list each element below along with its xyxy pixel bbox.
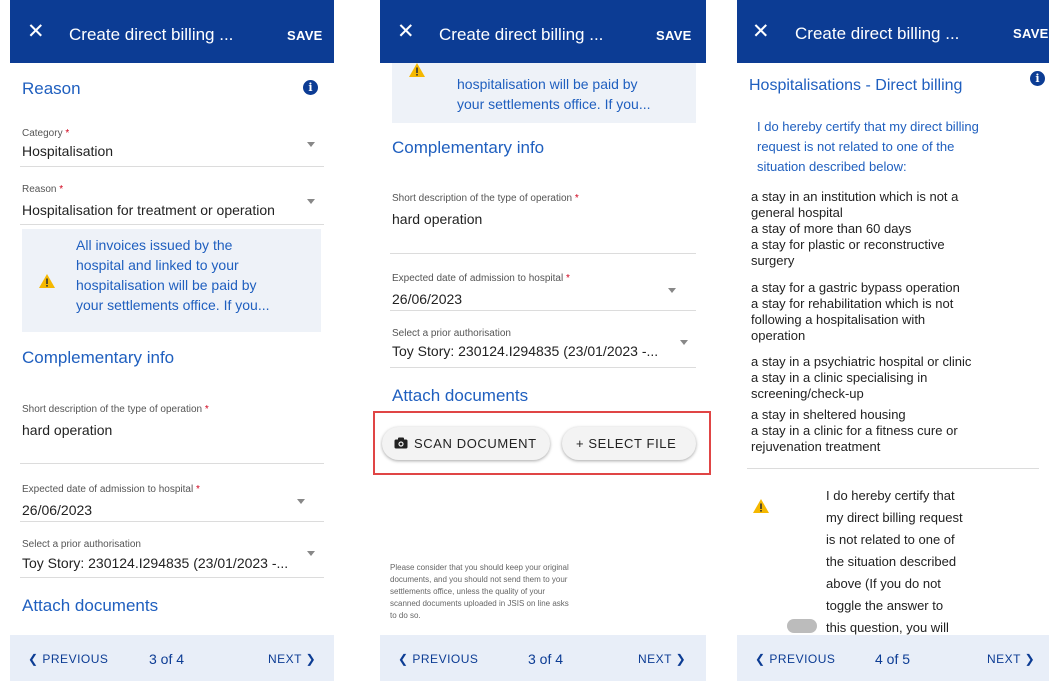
section-title-attach: Attach documents — [22, 596, 159, 615]
category-label: Category * — [22, 128, 70, 139]
section-title-complementary: Complementary info — [392, 138, 545, 157]
page-indicator: 3 of 4 — [528, 651, 564, 667]
short-description-label: Short description of the type of operati… — [392, 193, 579, 204]
info-icon[interactable]: i — [303, 80, 318, 95]
divider — [390, 253, 696, 254]
divider — [390, 367, 696, 368]
save-button[interactable]: SAVE — [1013, 26, 1049, 41]
previous-button[interactable]: ❮ PREVIOUS — [398, 652, 478, 666]
list-item: a stay of more than 60 days — [751, 221, 912, 236]
certification-text: toggle the answer to — [826, 598, 944, 613]
page-indicator: 3 of 4 — [149, 651, 185, 667]
save-button[interactable]: SAVE — [287, 28, 323, 43]
list-item: surgery — [751, 253, 795, 268]
divider — [20, 463, 324, 464]
certification-toggle[interactable] — [787, 619, 817, 633]
certification-text: my direct billing request — [826, 510, 963, 525]
certification-intro: I do hereby certify that my direct billi… — [757, 119, 979, 174]
app-header: ✕ Create direct billing ... SAVE — [10, 0, 334, 63]
chevron-down-icon — [680, 340, 688, 345]
certification-text: is not related to one of — [826, 532, 955, 547]
list-item: screening/check-up — [751, 386, 864, 401]
next-button[interactable]: NEXT ❯ — [987, 652, 1035, 666]
list-item: a stay in an institution which is not a — [751, 189, 959, 204]
divider — [20, 224, 324, 225]
close-icon[interactable]: ✕ — [397, 21, 415, 42]
close-icon[interactable]: ✕ — [752, 21, 770, 42]
divider — [20, 577, 324, 578]
list-item: operation — [751, 328, 806, 343]
screen-step-4-right: ✕ Create direct billing ... SAVE Hospita… — [737, 0, 1049, 681]
list-item: general hospital — [751, 205, 843, 220]
short-description-value: hard operation — [392, 211, 483, 227]
category-value: Hospitalisation — [22, 143, 114, 159]
page-title: Create direct billing ... — [69, 25, 234, 44]
divider — [20, 166, 324, 167]
warning-icon — [409, 63, 425, 77]
chevron-down-icon — [307, 142, 315, 147]
list-item: a stay for plastic or reconstructive — [751, 237, 945, 252]
warning-alert: All invoices issued by the hospital and … — [22, 229, 321, 332]
pagination-bar: ❮ PREVIOUS 3 of 4 NEXT ❯ — [10, 635, 334, 681]
list-item: a stay in a clinic specialising in — [751, 370, 928, 385]
page-title: Create direct billing ... — [439, 25, 604, 44]
admission-date-value: 26/06/2023 — [22, 502, 93, 518]
reason-label: Reason * — [22, 184, 64, 195]
list-item: a stay for rehabilitation which is not — [751, 296, 954, 311]
short-description-label: Short description of the type of operati… — [22, 404, 209, 415]
prior-authorisation-label: Select a prior authorisation — [392, 328, 511, 339]
section-title-complementary: Complementary info — [22, 348, 175, 367]
admission-date-label: Expected date of admission to hospital * — [392, 273, 570, 284]
reason-value: Hospitalisation for treatment or operati… — [22, 202, 275, 218]
info-icon[interactable]: i — [1030, 71, 1045, 86]
page-title: Create direct billing ... — [795, 24, 960, 43]
section-title-hospitalisations: Hospitalisations - Direct billing — [749, 77, 963, 94]
admission-date-label: Expected date of admission to hospital * — [22, 484, 200, 495]
app-header: ✕ Create direct billing ... SAVE — [380, 0, 706, 63]
prior-authorisation-value: Toy Story: 230124.I294835 (23/01/2023 -.… — [392, 343, 659, 359]
section-title-reason: Reason — [22, 79, 81, 98]
prior-authorisation-value: Toy Story: 230124.I294835 (23/01/2023 -.… — [22, 555, 289, 571]
admission-date-value: 26/06/2023 — [392, 291, 463, 307]
list-item: a stay in a psychiatric hospital or clin… — [751, 354, 972, 369]
next-button[interactable]: NEXT ❯ — [268, 652, 316, 666]
next-button[interactable]: NEXT ❯ — [638, 652, 686, 666]
documents-note: Please consider that you should keep you… — [390, 563, 569, 620]
section-title-attach: Attach documents — [392, 386, 529, 405]
warning-icon — [753, 499, 769, 513]
previous-button[interactable]: ❮ PREVIOUS — [28, 652, 108, 666]
save-button[interactable]: SAVE — [656, 28, 692, 43]
pagination-bar: ❮ PREVIOUS 4 of 5 NEXT ❯ — [737, 635, 1049, 681]
chevron-down-icon — [307, 551, 315, 556]
certification-text: above (If you do not — [826, 576, 941, 591]
highlight-box — [373, 411, 711, 475]
list-item: following a hospitalisation with — [751, 312, 926, 327]
divider — [747, 468, 1039, 469]
warning-icon — [39, 274, 55, 288]
close-icon[interactable]: ✕ — [27, 21, 45, 42]
list-item: a stay in sheltered housing — [751, 407, 906, 422]
previous-button[interactable]: ❮ PREVIOUS — [755, 652, 835, 666]
certification-text: the situation described — [826, 554, 957, 569]
list-item: rejuvenation treatment — [751, 439, 881, 454]
screen-step-3-left: ✕ Create direct billing ... SAVE Reason … — [10, 0, 334, 681]
certification-text: I do hereby certify that — [826, 488, 955, 503]
screen-step-3-middle: hospitalisation will be paid by your set… — [380, 0, 706, 681]
divider — [390, 310, 696, 311]
chevron-down-icon — [307, 199, 315, 204]
app-header: ✕ Create direct billing ... SAVE — [737, 0, 1049, 63]
list-item: a stay in a clinic for a fitness cure or — [751, 423, 958, 438]
short-description-value: hard operation — [22, 422, 113, 438]
pagination-bar: ❮ PREVIOUS 3 of 4 NEXT ❯ — [380, 635, 706, 681]
chevron-down-icon — [297, 499, 305, 504]
alert-message: All invoices issued by the hospital and … — [76, 237, 270, 313]
page-indicator: 4 of 5 — [875, 651, 911, 667]
alert-message: hospitalisation will be paid by your set… — [457, 76, 651, 112]
divider — [20, 521, 324, 522]
list-item: a stay for a gastric bypass operation — [751, 280, 960, 295]
chevron-down-icon — [668, 288, 676, 293]
prior-authorisation-label: Select a prior authorisation — [22, 539, 141, 550]
